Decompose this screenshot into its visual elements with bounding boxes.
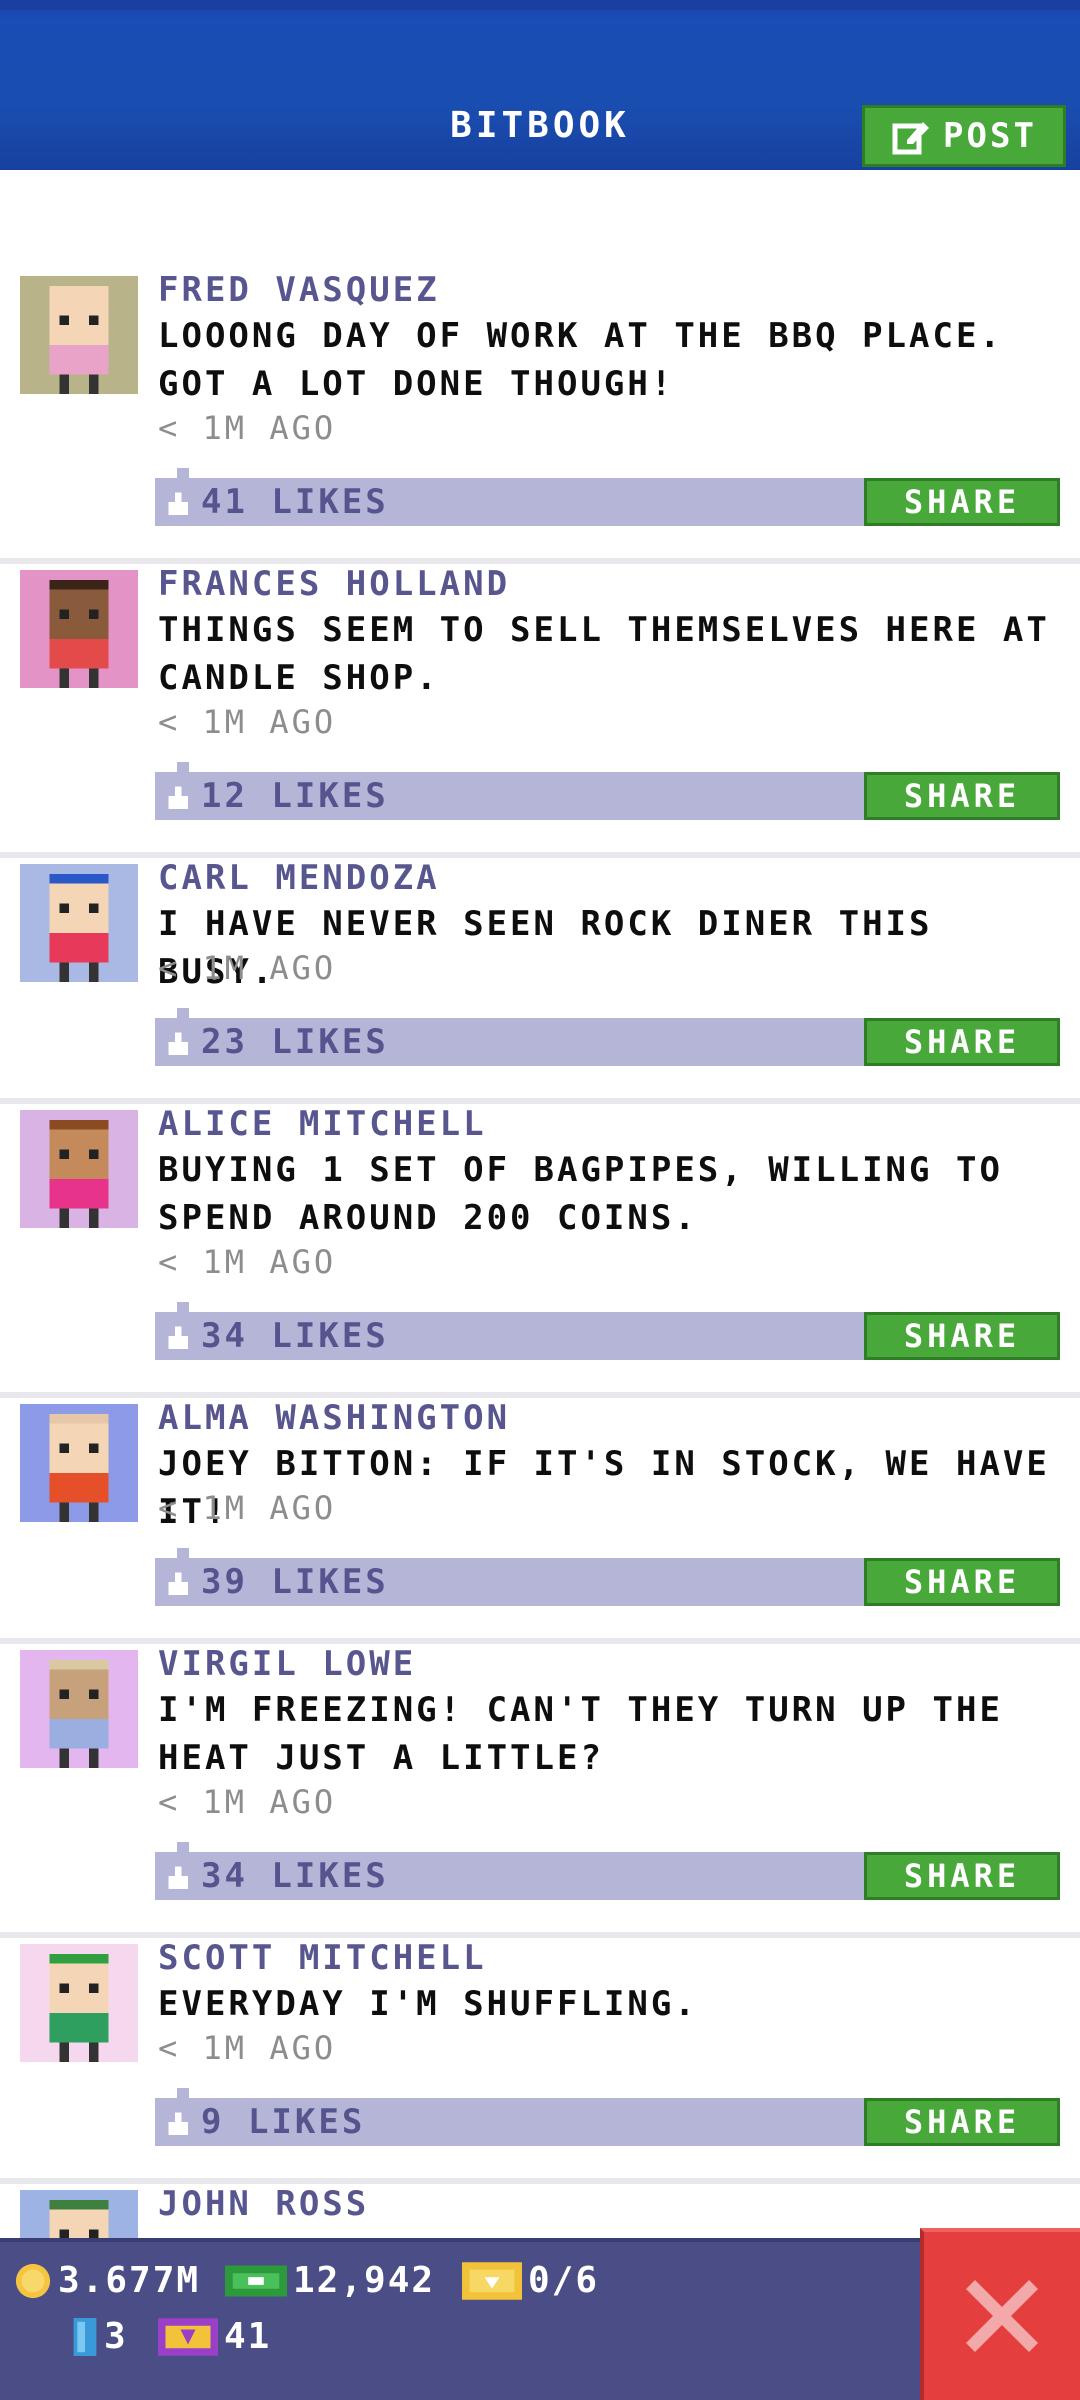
gem-icon: [73, 2317, 97, 2356]
post-time: < 1M AGO: [158, 1243, 337, 1281]
bottom-status-bar: 3.677M 12,942 0/6 3 41: [0, 2238, 1080, 2400]
post-author[interactable]: CARL MENDOZA: [158, 858, 440, 898]
post-time: < 1M AGO: [158, 409, 337, 447]
like-bar-pointer: [177, 468, 189, 478]
post-button[interactable]: POST: [862, 105, 1066, 167]
post-author[interactable]: JOHN ROSS: [158, 2184, 369, 2224]
post-time: < 1M AGO: [158, 2029, 337, 2067]
avatar[interactable]: [20, 1650, 138, 1768]
feed-post: FRED VASQUEZ LOOONG DAY OF WORK AT THE BB…: [0, 270, 1080, 564]
bux-icon: [225, 2265, 287, 2296]
app-header: BITBOOK POST: [0, 0, 1080, 170]
close-button[interactable]: [920, 2228, 1080, 2400]
post-time: < 1M AGO: [158, 949, 337, 987]
post-message: I'M FREEZING! CAN'T THEY TURN UP THE HEA…: [158, 1690, 1003, 1778]
edit-icon: [892, 122, 930, 155]
avatar[interactable]: [20, 570, 138, 688]
tickets-value: 0/6: [528, 2260, 600, 2301]
post-message: LOOONG DAY OF WORK AT THE BBQ PLACE. GOT…: [158, 316, 1003, 404]
likes-label: 41 LIKES: [201, 482, 389, 522]
thumb-icon: [168, 786, 188, 809]
avatar[interactable]: [20, 1944, 138, 2062]
feed-post: ALICE MITCHELL BUYING 1 SET OF BAGPIPES, …: [0, 1104, 1080, 1398]
like-bar-pointer: [177, 762, 189, 772]
likes-count: 41 LIKES: [165, 482, 389, 522]
likes-count: 23 LIKES: [165, 1022, 389, 1062]
thumb-icon: [168, 1326, 188, 1349]
vip-stat: 41: [158, 2316, 271, 2357]
vip-value: 41: [224, 2316, 272, 2357]
share-button[interactable]: SHARE: [864, 1558, 1060, 1606]
post-button-label: POST: [943, 116, 1037, 156]
share-button[interactable]: SHARE: [864, 1312, 1060, 1360]
avatar[interactable]: [20, 276, 138, 394]
thumb-icon: [168, 1032, 188, 1055]
thumb-icon: [168, 2112, 188, 2135]
ticket-icon: [462, 2261, 522, 2300]
avatar[interactable]: [20, 864, 138, 982]
post-message: EVERYDAY I'M SHUFFLING.: [158, 1984, 698, 2024]
thumb-icon: [168, 492, 188, 515]
feed-post: SCOTT MITCHELL EVERYDAY I'M SHUFFLING. < 1…: [0, 1938, 1080, 2184]
like-bar[interactable]: 39 LIKES SHARE: [155, 1548, 1060, 1606]
likes-label: 34 LIKES: [201, 1316, 389, 1356]
avatar[interactable]: [20, 1404, 138, 1522]
like-bar[interactable]: 12 LIKES SHARE: [155, 762, 1060, 820]
post-time: < 1M AGO: [158, 1783, 337, 1821]
coin-icon: [15, 2263, 51, 2298]
gems-value: 3: [104, 2316, 128, 2357]
post-message: BUYING 1 SET OF BAGPIPES, WILLING TO SPE…: [158, 1150, 1003, 1238]
tickets-stat: 0/6: [462, 2260, 599, 2301]
likes-count: 9 LIKES: [165, 2102, 365, 2142]
like-bar[interactable]: 41 LIKES SHARE: [155, 468, 1060, 526]
post-time: < 1M AGO: [158, 1489, 337, 1527]
like-bar[interactable]: 34 LIKES SHARE: [155, 1302, 1060, 1360]
post-author[interactable]: FRED VASQUEZ: [158, 270, 440, 310]
post-author[interactable]: VIRGIL LOWE: [158, 1644, 416, 1684]
coins-value: 3.677M: [58, 2260, 201, 2301]
likes-count: 34 LIKES: [165, 1856, 389, 1896]
feed-post: FRANCES HOLLAND THINGS SEEM TO SELL THEMS…: [0, 564, 1080, 858]
post-author[interactable]: SCOTT MITCHELL: [158, 1938, 487, 1978]
share-button[interactable]: SHARE: [864, 2098, 1060, 2146]
bux-stat: 12,942: [225, 2260, 435, 2301]
feed-post: VIRGIL LOWE I'M FREEZING! CAN'T THEY TURN…: [0, 1644, 1080, 1938]
like-bar-pointer: [177, 2088, 189, 2098]
likes-label: 23 LIKES: [201, 1022, 389, 1062]
post-time: < 1M AGO: [158, 703, 337, 741]
coins-stat: 3.677M: [14, 2260, 200, 2301]
like-bar[interactable]: 9 LIKES SHARE: [155, 2088, 1060, 2146]
likes-label: 34 LIKES: [201, 1856, 389, 1896]
post-message: THINGS SEEM TO SELL THEMSELVES HERE AT C…: [158, 610, 1050, 698]
likes-count: 39 LIKES: [165, 1562, 389, 1602]
post-author[interactable]: ALICE MITCHELL: [158, 1104, 487, 1144]
likes-label: 9 LIKES: [201, 2102, 366, 2142]
likes-count: 34 LIKES: [165, 1316, 389, 1356]
like-bar-pointer: [177, 1302, 189, 1312]
like-bar-pointer: [177, 1548, 189, 1558]
bux-value: 12,942: [293, 2260, 436, 2301]
like-bar-pointer: [177, 1008, 189, 1018]
share-button[interactable]: SHARE: [864, 1018, 1060, 1066]
gems-stat: 3: [72, 2316, 128, 2357]
likes-label: 12 LIKES: [201, 776, 389, 816]
thumb-icon: [168, 1572, 188, 1595]
share-button[interactable]: SHARE: [864, 478, 1060, 526]
post-author[interactable]: FRANCES HOLLAND: [158, 564, 510, 604]
share-button[interactable]: SHARE: [864, 1852, 1060, 1900]
avatar[interactable]: [20, 1110, 138, 1228]
likes-label: 39 LIKES: [201, 1562, 389, 1602]
share-button[interactable]: SHARE: [864, 772, 1060, 820]
post-author[interactable]: ALMA WASHINGTON: [158, 1398, 510, 1438]
likes-count: 12 LIKES: [165, 776, 389, 816]
vip-icon: [158, 2317, 218, 2356]
thumb-icon: [168, 1866, 188, 1889]
like-bar[interactable]: 34 LIKES SHARE: [155, 1842, 1060, 1900]
like-bar-pointer: [177, 1842, 189, 1852]
close-icon: [966, 2280, 1038, 2352]
feed-post: CARL MENDOZA I HAVE NEVER SEEN ROCK DINER…: [0, 858, 1080, 1104]
like-bar[interactable]: 23 LIKES SHARE: [155, 1008, 1060, 1066]
feed-post: ALMA WASHINGTON JOEY BITTON: IF IT'S IN S…: [0, 1398, 1080, 1644]
feed-list[interactable]: FRED VASQUEZ LOOONG DAY OF WORK AT THE BB…: [0, 270, 1080, 2308]
